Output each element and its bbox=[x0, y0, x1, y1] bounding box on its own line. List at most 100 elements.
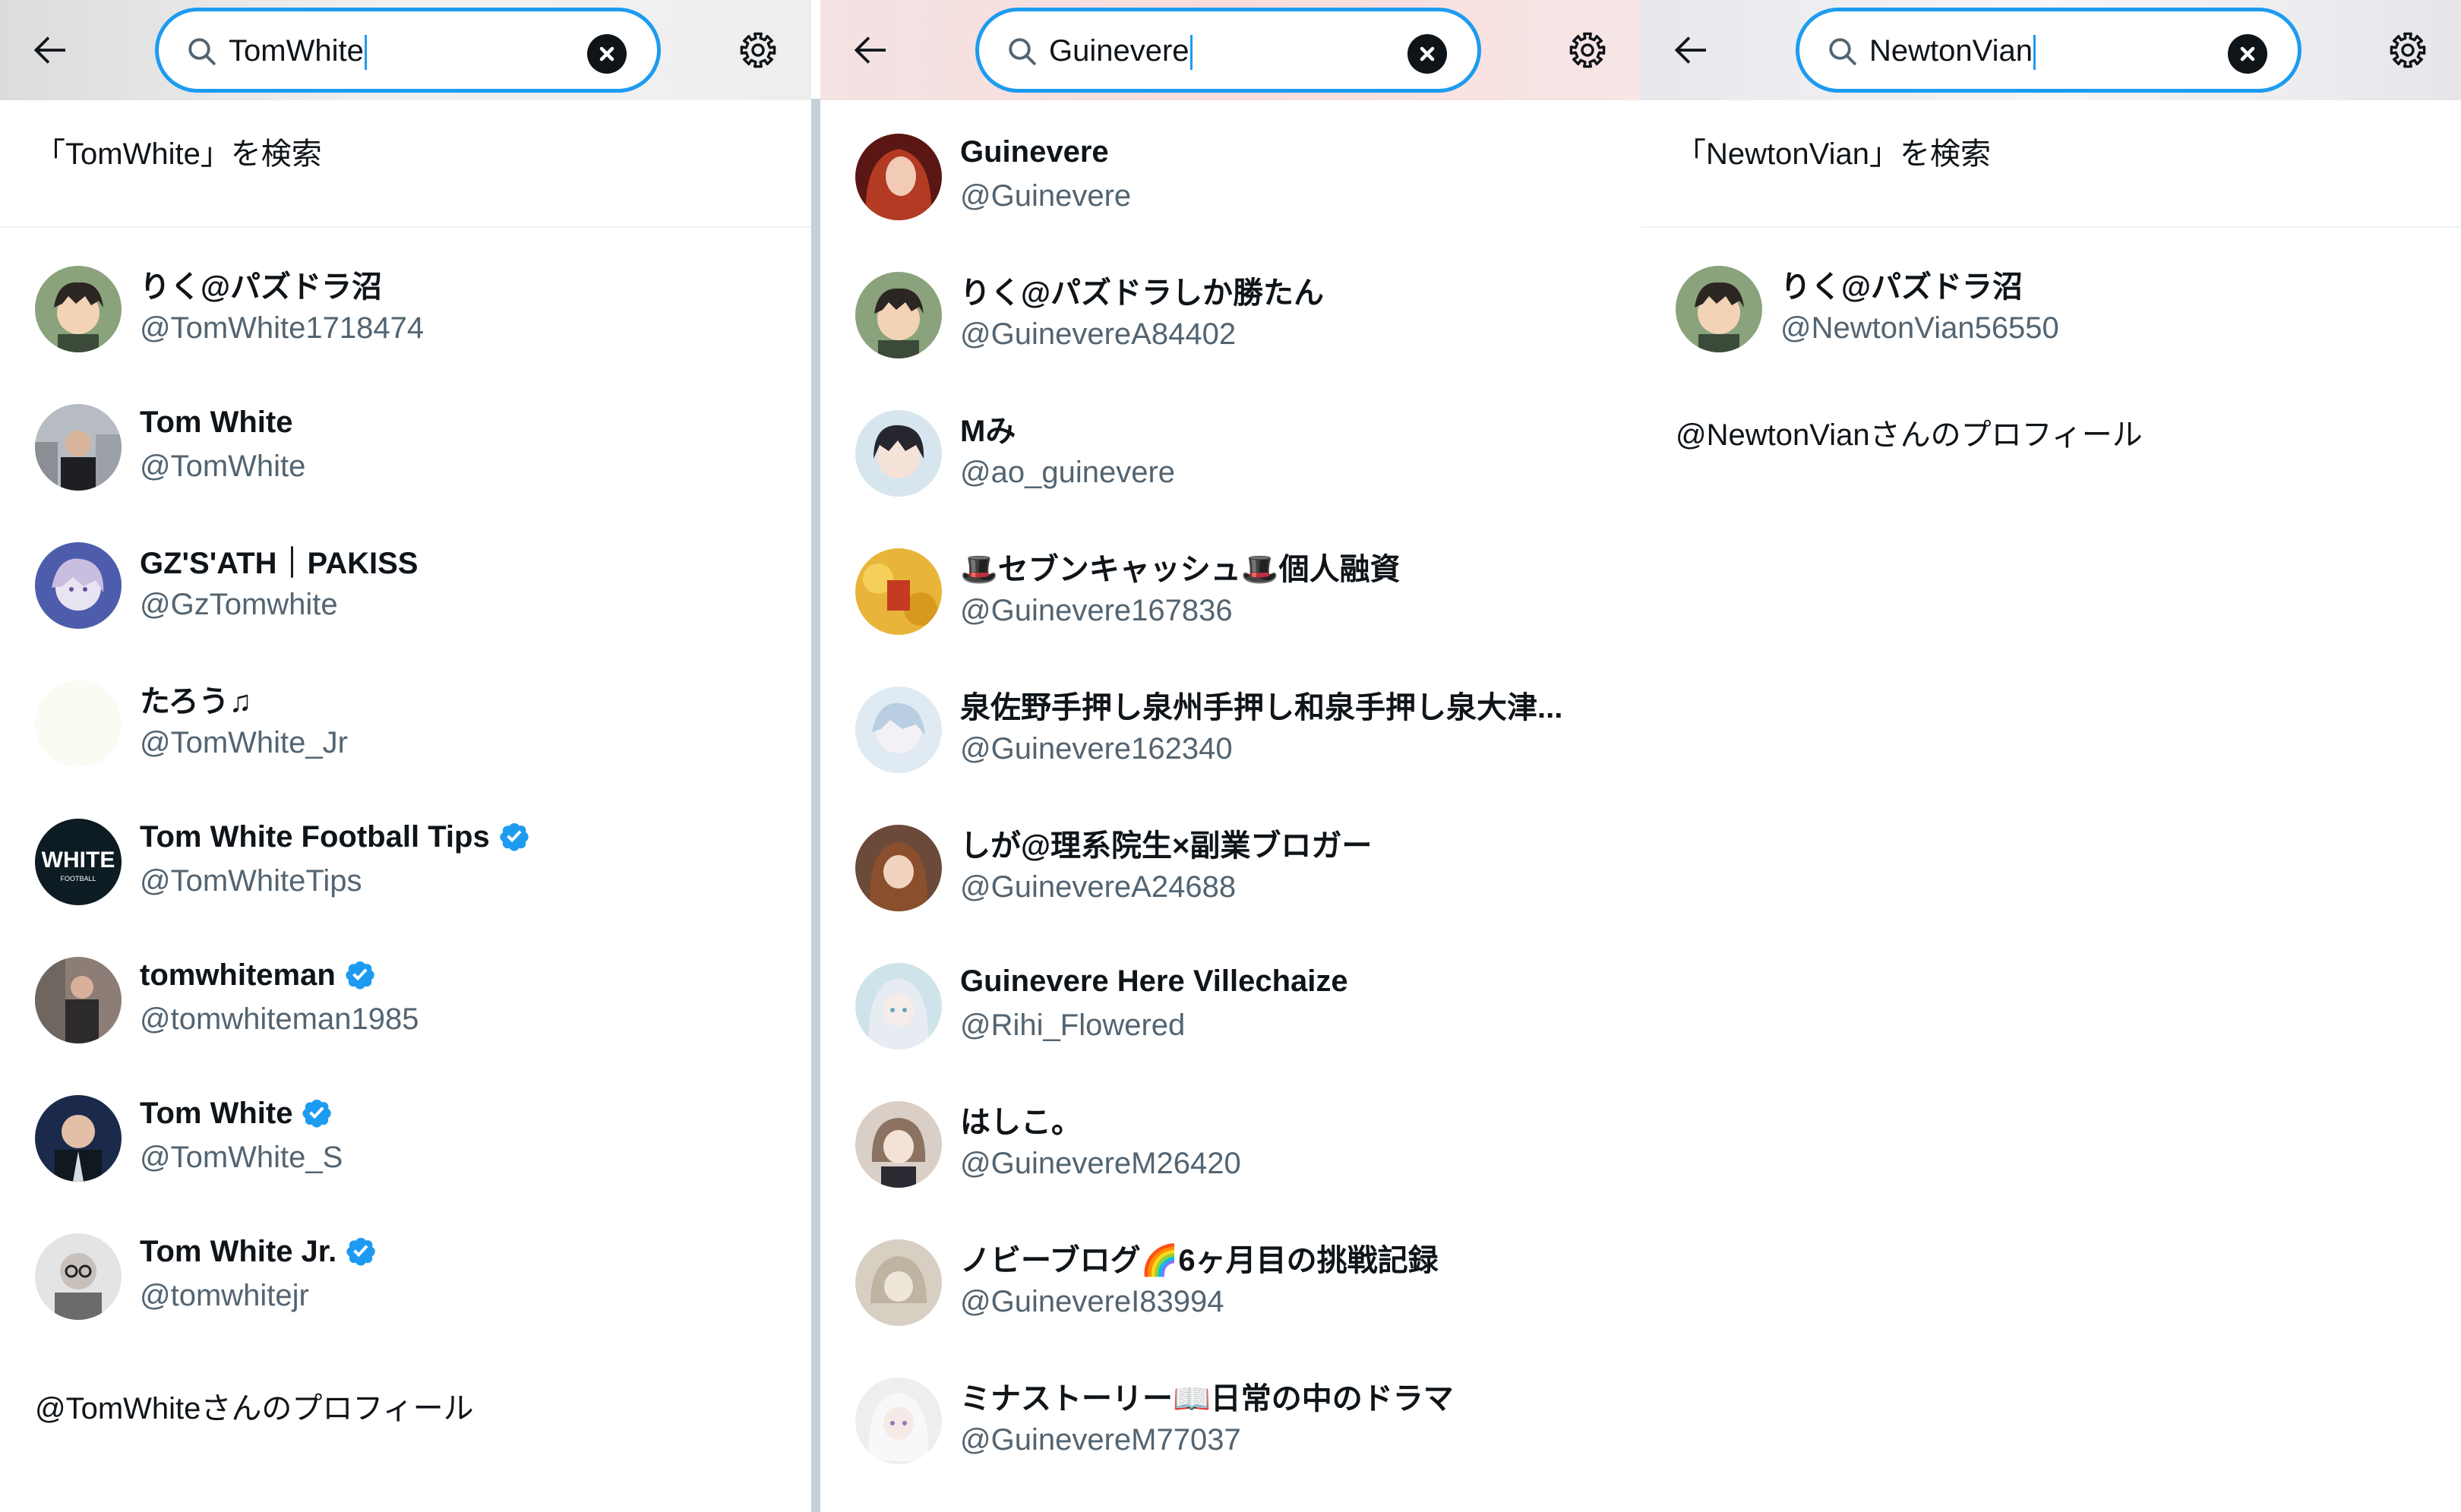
text-caret bbox=[364, 35, 367, 71]
search-panel-guinevere: Guinevere Guinevere @Guinevere りく@パズドラしか勝た… bbox=[820, 0, 1641, 1512]
user-name-row: ノビーブログ🌈6ヶ月目の挑戦記録 bbox=[960, 1236, 1439, 1279]
user-result-item[interactable]: Tom White @TomWhite bbox=[0, 387, 811, 526]
user-result-item[interactable]: たろう♫ @TomWhite_Jr bbox=[0, 664, 811, 802]
user-result-item[interactable]: Tom White @TomWhite_S bbox=[0, 1078, 811, 1217]
user-display-name: Tom White bbox=[140, 1096, 293, 1130]
user-name-row: りく@パズドラしか勝たん bbox=[960, 269, 1324, 311]
user-handle: @TomWhiteTips bbox=[140, 864, 362, 898]
settings-button[interactable] bbox=[2385, 27, 2431, 73]
user-result-item[interactable]: りく@パズドラしか勝たん @GuinevereA84402 bbox=[820, 255, 1641, 393]
user-display-name: しが@理系院生×副業ブロガー bbox=[960, 829, 1373, 863]
text-caret bbox=[1189, 35, 1193, 71]
clear-search-button[interactable] bbox=[1407, 34, 1447, 74]
avatar-image: WHITE FOOTBALL bbox=[35, 819, 122, 905]
svg-text:FOOTBALL: FOOTBALL bbox=[60, 875, 96, 882]
user-result-list: りく@パズドラ沼 @TomWhite1718474 Tom White @TomWhi… bbox=[0, 249, 811, 1355]
gear-icon bbox=[740, 32, 776, 68]
verified-badge-icon bbox=[302, 1100, 332, 1128]
user-name-row: 🎩セブンキャッシュ🎩個人融資 bbox=[960, 545, 1401, 588]
user-display-name: Guinevere bbox=[960, 134, 1109, 169]
user-handle: @GuinevereM77037 bbox=[960, 1423, 1241, 1457]
user-display-name: Tom White Jr. bbox=[140, 1234, 337, 1268]
avatar-image bbox=[855, 963, 942, 1050]
avatar bbox=[855, 548, 942, 635]
user-result-item[interactable]: Tom White Jr. @tomwhitejr bbox=[0, 1217, 811, 1355]
search-input[interactable]: NewtonVian bbox=[1869, 28, 2036, 74]
arrow-left-icon bbox=[1674, 36, 1706, 64]
text-caret bbox=[2033, 35, 2036, 71]
user-display-name: Tom White Football Tips bbox=[140, 819, 490, 854]
user-result-item[interactable]: GZ'S'ATH｜PAKISS @GzTomwhite bbox=[0, 526, 811, 664]
user-name-row: ミナストーリー📖日常の中のドラマ bbox=[960, 1375, 1454, 1417]
avatar: WHITE FOOTBALL bbox=[35, 819, 122, 905]
clear-search-button[interactable] bbox=[587, 34, 627, 74]
avatar-image bbox=[855, 1239, 942, 1326]
avatar-image bbox=[35, 680, 122, 767]
user-handle: @GzTomwhite bbox=[140, 588, 338, 621]
search-for-option[interactable]: 「TomWhite」を検索 bbox=[35, 129, 322, 173]
user-result-item[interactable]: Guinevere @Guinevere bbox=[820, 117, 1641, 255]
user-result-item[interactable]: りく@パズドラ沼 @TomWhite1718474 bbox=[0, 249, 811, 387]
profile-link[interactable]: @TomWhiteさんのプロフィール bbox=[35, 1384, 474, 1428]
user-result-item[interactable]: WHITE FOOTBALL Tom White Football Tips @Tom… bbox=[0, 802, 811, 940]
user-name-row: たろう♫ bbox=[140, 677, 252, 720]
gear-icon bbox=[1569, 32, 1606, 68]
user-display-name: Tom White bbox=[140, 405, 293, 439]
user-handle: @Guinevere167836 bbox=[960, 594, 1233, 627]
user-display-name: tomwhiteman bbox=[140, 958, 336, 992]
verified-badge-icon bbox=[346, 1238, 376, 1266]
user-result-item[interactable]: ミナストーリー📖日常の中のドラマ @GuinevereM77037 bbox=[820, 1361, 1641, 1499]
user-result-item[interactable]: ノビーブログ🌈6ヶ月目の挑戦記録 @GuinevereI83994 bbox=[820, 1223, 1641, 1361]
user-name-row: GZ'S'ATH｜PAKISS bbox=[140, 539, 418, 582]
search-header: TomWhite bbox=[0, 0, 811, 100]
user-result-item[interactable]: tomwhiteman @tomwhiteman1985 bbox=[0, 940, 811, 1078]
user-handle: @Guinevere bbox=[960, 179, 1132, 213]
search-field[interactable]: NewtonVian bbox=[1796, 8, 2301, 93]
avatar bbox=[35, 680, 122, 767]
verified-badge-icon bbox=[500, 823, 529, 851]
search-input[interactable]: Guinevere bbox=[1049, 28, 1193, 74]
user-handle: @TomWhite_S bbox=[140, 1141, 343, 1174]
avatar bbox=[35, 1233, 122, 1320]
avatar-image bbox=[855, 410, 942, 497]
avatar bbox=[855, 1239, 942, 1326]
user-result-item[interactable]: Mみ @ao_guinevere bbox=[820, 393, 1641, 532]
search-for-option[interactable]: 「NewtonVian」を検索 bbox=[1676, 129, 1991, 173]
back-button[interactable] bbox=[1668, 27, 1714, 73]
avatar-image bbox=[35, 542, 122, 629]
user-display-name: ノビーブログ🌈6ヶ月目の挑戦記録 bbox=[960, 1244, 1439, 1277]
avatar-image bbox=[1676, 266, 1762, 352]
back-button[interactable] bbox=[27, 27, 73, 73]
avatar bbox=[1676, 266, 1762, 352]
settings-button[interactable] bbox=[735, 27, 781, 73]
avatar bbox=[855, 825, 942, 911]
avatar bbox=[855, 963, 942, 1050]
user-name-row: りく@パズドラ沼 bbox=[1780, 263, 2023, 305]
user-result-item[interactable]: Guinevere Here Villechaize @Rihi_Flowered bbox=[820, 946, 1641, 1084]
clear-search-button[interactable] bbox=[2228, 34, 2267, 74]
search-field[interactable]: Guinevere bbox=[975, 8, 1481, 93]
back-button[interactable] bbox=[848, 27, 893, 73]
divider bbox=[1641, 226, 2461, 228]
user-result-item[interactable]: りく@パズドラ沼 @NewtonVian56550 bbox=[1641, 249, 2461, 387]
user-name-row: 泉佐野手押し泉州手押し和泉手押し泉大津... bbox=[960, 683, 1562, 726]
close-icon bbox=[599, 46, 614, 62]
close-icon bbox=[2240, 46, 2255, 62]
user-result-item[interactable]: 🎩セブンキャッシュ🎩個人融資 @Guinevere167836 bbox=[820, 532, 1641, 670]
divider bbox=[0, 226, 811, 228]
user-result-item[interactable]: はしこ。 @GuinevereM26420 bbox=[820, 1084, 1641, 1223]
settings-button[interactable] bbox=[1565, 27, 1610, 73]
user-result-list: りく@パズドラ沼 @NewtonVian56550 bbox=[1641, 249, 2461, 387]
avatar bbox=[855, 410, 942, 497]
avatar bbox=[35, 1095, 122, 1182]
user-result-item[interactable]: しが@理系院生×副業ブロガー @GuinevereA24688 bbox=[820, 808, 1641, 946]
search-header: Guinevere bbox=[820, 0, 1641, 100]
user-name-row: Mみ bbox=[960, 407, 1016, 450]
profile-link[interactable]: @NewtonVianさんのプロフィール bbox=[1676, 410, 2143, 454]
user-result-item[interactable]: 泉佐野手押し泉州手押し和泉手押し泉大津... @Guinevere162340 bbox=[820, 670, 1641, 808]
search-field[interactable]: TomWhite bbox=[155, 8, 661, 93]
search-input[interactable]: TomWhite bbox=[229, 28, 367, 74]
user-display-name: はしこ。 bbox=[960, 1106, 1082, 1139]
avatar bbox=[35, 957, 122, 1043]
user-display-name: Mみ bbox=[960, 415, 1016, 448]
